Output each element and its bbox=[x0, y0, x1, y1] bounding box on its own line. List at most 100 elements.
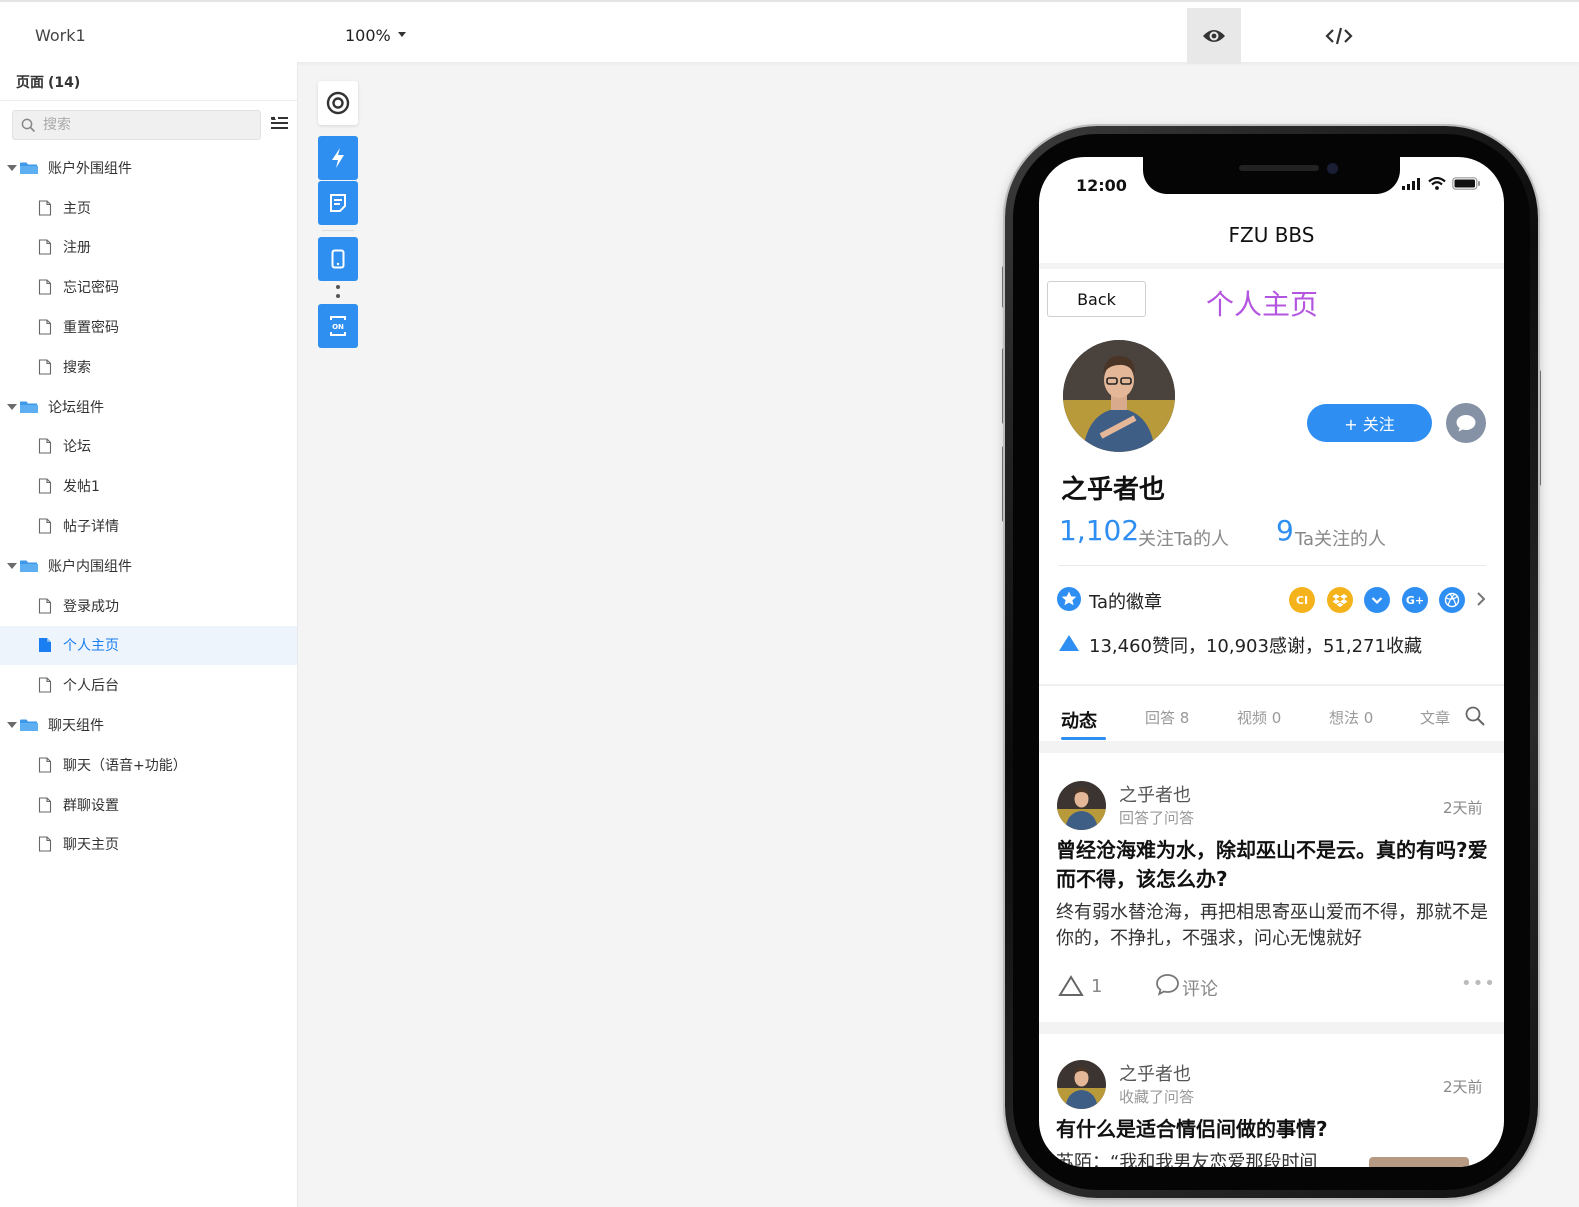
folder-item[interactable]: 账户外围组件 bbox=[0, 148, 297, 188]
follow-button[interactable]: + 关注 bbox=[1307, 404, 1432, 442]
folder-item[interactable]: 账户内围组件 bbox=[0, 546, 297, 586]
back-button[interactable]: Back bbox=[1047, 281, 1146, 317]
search-icon[interactable] bbox=[1465, 706, 1485, 726]
note-icon bbox=[330, 194, 346, 212]
tab-articles[interactable]: 文章 bbox=[1420, 707, 1450, 728]
device-tool-button[interactable] bbox=[318, 237, 358, 281]
message-button[interactable] bbox=[1446, 403, 1486, 443]
pages-title-label: 页面 bbox=[16, 75, 44, 91]
tab-videos[interactable]: 视频 0 bbox=[1237, 707, 1281, 728]
lightning-icon bbox=[332, 148, 344, 168]
search-input[interactable] bbox=[43, 111, 253, 139]
page-item[interactable]: 个人主页 bbox=[0, 625, 297, 666]
tree-item-label: 论坛组件 bbox=[48, 399, 104, 416]
wifi-icon bbox=[1428, 177, 1446, 190]
page-item[interactable]: 重置密码 bbox=[0, 307, 297, 347]
json-tool-button[interactable]: ON bbox=[318, 304, 358, 348]
project-name[interactable]: Work1 bbox=[35, 26, 86, 45]
zoom-select[interactable]: 100% bbox=[345, 26, 391, 45]
sort-list-icon[interactable] bbox=[270, 116, 289, 131]
page-item[interactable]: 主页 bbox=[0, 188, 297, 228]
chevron-right-icon[interactable] bbox=[1476, 591, 1486, 607]
interaction-tool-button[interactable] bbox=[318, 136, 358, 180]
page-item[interactable]: 注册 bbox=[0, 228, 297, 268]
comment-icon[interactable] bbox=[1155, 973, 1180, 997]
tab-answers[interactable]: 回答 8 bbox=[1145, 707, 1189, 728]
divider bbox=[1039, 263, 1504, 269]
tree-item-label: 群聊设置 bbox=[63, 797, 119, 814]
page-item[interactable]: 聊天主页 bbox=[0, 825, 297, 865]
status-icons bbox=[1402, 177, 1481, 190]
pages-title: 页面 (14) bbox=[16, 72, 80, 92]
more-icon[interactable]: ••• bbox=[1461, 973, 1496, 994]
page-item[interactable]: 搜索 bbox=[0, 347, 297, 387]
page-item[interactable]: 帖子详情 bbox=[0, 506, 297, 546]
feed-thumbnail[interactable] bbox=[1369, 1157, 1469, 1167]
chevron-down-icon[interactable] bbox=[398, 32, 406, 37]
tree-item-label: 注册 bbox=[63, 240, 91, 257]
star-badge-icon bbox=[1057, 587, 1081, 611]
google-plus-badge-icon[interactable]: G+ bbox=[1402, 587, 1428, 613]
tab-activity[interactable]: 动态 bbox=[1061, 707, 1097, 733]
followers-count[interactable]: 1,102 bbox=[1059, 514, 1139, 547]
page-icon bbox=[38, 677, 52, 693]
page-item[interactable]: 论坛 bbox=[0, 427, 297, 467]
page-icon bbox=[38, 518, 52, 534]
following-count[interactable]: 9 bbox=[1276, 514, 1294, 547]
preview-button[interactable] bbox=[1187, 8, 1241, 64]
page-item[interactable]: 发帖1 bbox=[0, 466, 297, 506]
code-view-button[interactable] bbox=[1312, 8, 1366, 64]
eye-icon bbox=[1203, 30, 1225, 42]
username: 之乎者也 bbox=[1061, 475, 1166, 505]
top-toolbar: Work1 100% bbox=[0, 0, 1579, 64]
battery-icon bbox=[1452, 177, 1480, 190]
avatar[interactable] bbox=[1063, 340, 1175, 452]
followers-label[interactable]: 关注Ta的人 bbox=[1138, 525, 1229, 551]
caret-down-icon[interactable] bbox=[7, 562, 17, 569]
avatar[interactable] bbox=[1057, 781, 1106, 830]
target-tool-button[interactable] bbox=[318, 81, 358, 125]
feed-title[interactable]: 有什么是适合情侣间做的事情? bbox=[1056, 1115, 1488, 1144]
folder-item[interactable]: 聊天组件 bbox=[0, 705, 297, 745]
tree-item-label: 登录成功 bbox=[63, 598, 119, 615]
dribbble-badge-icon[interactable] bbox=[1439, 587, 1465, 613]
caret-down-icon[interactable] bbox=[7, 722, 17, 729]
page-icon bbox=[38, 319, 52, 335]
notes-tool-button[interactable] bbox=[318, 181, 358, 225]
page-item[interactable]: 忘记密码 bbox=[0, 267, 297, 307]
page-icon bbox=[38, 200, 52, 216]
chevron-badge-icon[interactable] bbox=[1364, 587, 1390, 613]
tree-item-label: 忘记密码 bbox=[63, 280, 119, 297]
comment-button[interactable]: 评论 bbox=[1182, 975, 1218, 1001]
folder-item[interactable]: 论坛组件 bbox=[0, 387, 297, 427]
tab-thoughts[interactable]: 想法 0 bbox=[1329, 707, 1373, 728]
feed-author[interactable]: 之乎者也 bbox=[1119, 781, 1191, 807]
page-item[interactable]: 聊天（语音+功能） bbox=[0, 745, 297, 785]
ci-badge-icon[interactable]: CI bbox=[1289, 587, 1315, 613]
search-box[interactable] bbox=[12, 110, 261, 140]
following-label[interactable]: Ta关注的人 bbox=[1295, 525, 1386, 551]
caret-down-icon[interactable] bbox=[7, 403, 17, 410]
dropbox-badge-icon[interactable] bbox=[1327, 587, 1353, 613]
feed-body[interactable]: 终有弱水替沧海，再把相思寄巫山爱而不得，那就不是你的，不挣扎，不强求，问心无愧就… bbox=[1056, 900, 1496, 952]
upvote-icon[interactable] bbox=[1058, 975, 1084, 997]
search-icon bbox=[21, 118, 36, 133]
page-icon bbox=[38, 239, 52, 256]
page-item[interactable]: 登录成功 bbox=[0, 586, 297, 626]
caret-down-icon[interactable] bbox=[7, 164, 17, 171]
signal-icon bbox=[1402, 177, 1420, 190]
more-dot bbox=[336, 285, 340, 289]
status-time: 12:00 bbox=[1076, 176, 1127, 195]
code-icon bbox=[1325, 27, 1353, 45]
feed-author[interactable]: 之乎者也 bbox=[1119, 1060, 1191, 1086]
json-icon: ON bbox=[330, 316, 346, 336]
page-heading: 个人主页 bbox=[1206, 288, 1319, 321]
page-item[interactable]: 群聊设置 bbox=[0, 785, 297, 825]
tree-item-label: 重置密码 bbox=[63, 320, 119, 337]
page-item[interactable]: 个人后台 bbox=[0, 665, 297, 705]
feed-title[interactable]: 曾经沧海难为水，除却巫山不是云。真的有吗?爱而不得，该怎么办? bbox=[1056, 836, 1488, 894]
feed-time: 2天前 bbox=[1443, 799, 1483, 817]
avatar[interactable] bbox=[1057, 1060, 1106, 1109]
feed-action: 回答了问答 bbox=[1119, 809, 1195, 827]
upvote-count: 1 bbox=[1091, 976, 1103, 997]
